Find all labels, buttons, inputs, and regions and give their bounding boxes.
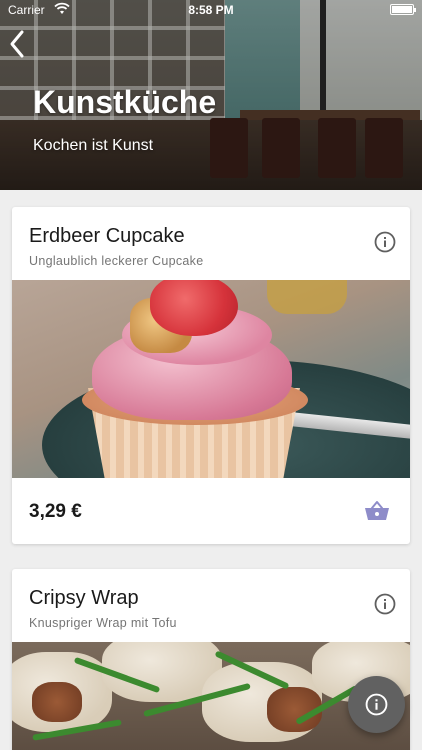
product-description: Unglaublich leckerer Cupcake	[29, 254, 204, 268]
restaurant-subtitle: Kochen ist Kunst	[33, 137, 154, 154]
product-price: 3,29 €	[29, 501, 82, 522]
product-description: Knuspriger Wrap mit Tofu	[29, 616, 177, 630]
info-icon	[374, 593, 396, 615]
status-time: 8:58 PM	[188, 3, 234, 17]
product-card[interactable]: Erdbeer Cupcake Unglaublich leckerer Cup…	[12, 207, 410, 544]
info-button[interactable]	[374, 231, 396, 253]
chevron-left-icon	[10, 30, 24, 58]
product-name: Erdbeer Cupcake	[29, 225, 185, 247]
header-image: Carrier 8:58 PM Kunstküche Kochen ist Ku…	[0, 0, 422, 190]
basket-icon	[365, 501, 389, 520]
product-name: Cripsy Wrap	[29, 587, 139, 609]
info-icon	[365, 693, 388, 716]
battery-icon	[390, 4, 416, 15]
info-button[interactable]	[374, 593, 396, 615]
info-icon	[374, 231, 396, 253]
product-image	[12, 280, 410, 478]
restaurant-title: Kunstküche	[33, 84, 217, 120]
back-button[interactable]	[6, 28, 30, 60]
add-to-basket-button[interactable]	[364, 500, 390, 522]
info-fab-button[interactable]	[348, 676, 405, 733]
product-card[interactable]: Cripsy Wrap Knuspriger Wrap mit Tofu	[12, 569, 410, 750]
status-bar: Carrier 8:58 PM	[0, 0, 422, 20]
